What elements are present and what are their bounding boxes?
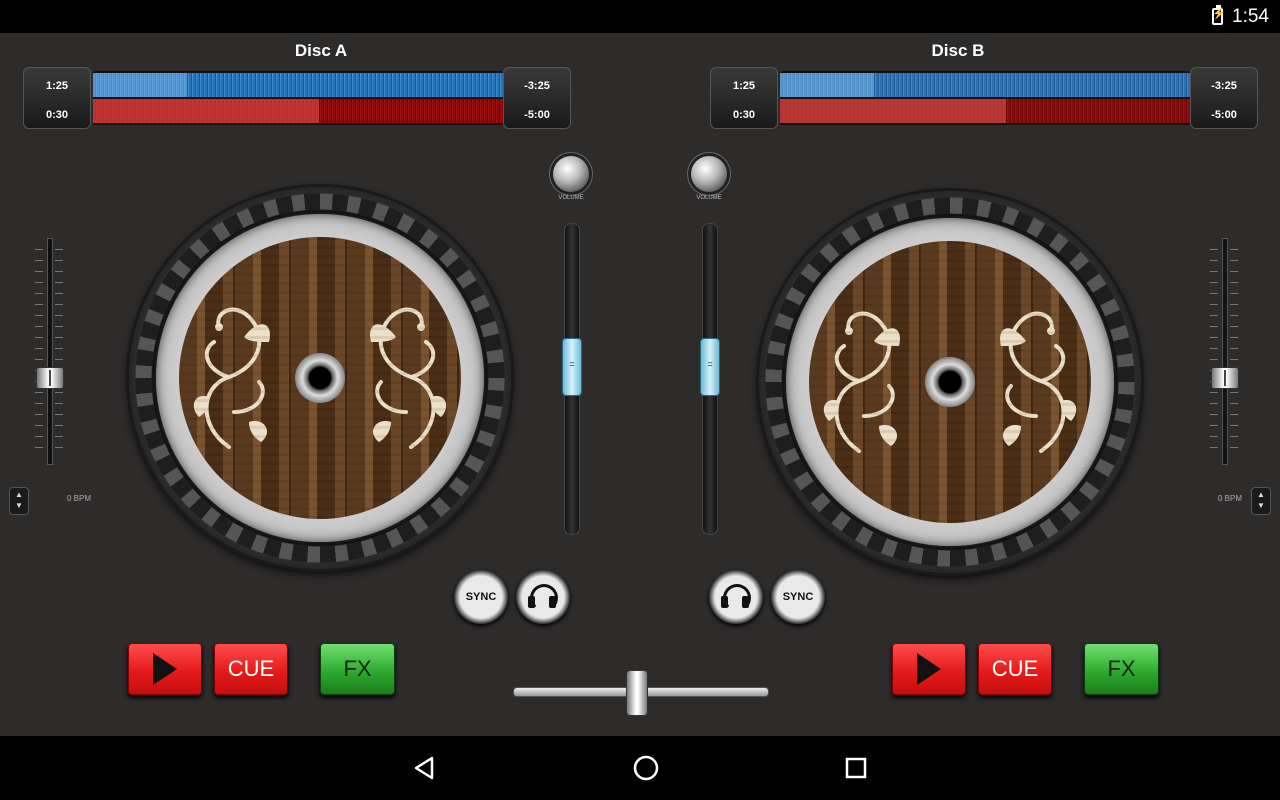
deck-a-volume-knob[interactable] [553,156,589,192]
deck-b-turntable[interactable] [759,191,1141,573]
deck-b-bpm-stepper[interactable]: ▲ ▼ [1251,487,1271,515]
deck-b-cue-button[interactable]: CUE [978,643,1052,695]
deck-a-channel-fader-handle[interactable] [562,338,582,397]
deck-a-elapsed-top: 1:25 [45,80,69,92]
status-bar: 1:54 [0,0,1280,33]
deck-b-elapsed-bottom: 0:30 [732,109,756,121]
chevron-down-icon[interactable]: ▼ [1252,502,1270,510]
crossfader[interactable] [513,670,769,716]
deck-a-remaining-box: -3:25 -5:00 [503,67,571,129]
floral-ornament-icon [823,311,900,453]
deck-a-cue-button[interactable]: CUE [214,643,288,695]
home-circle-icon[interactable] [632,754,660,782]
deck-b-headphone-button[interactable] [709,570,763,624]
deck-a-remaining-bottom: -5:00 [524,109,550,121]
deck-a-bpm: 0 BPM [67,494,92,503]
deck-b-play-button[interactable] [892,643,966,695]
deck-a-fx-button[interactable]: FX [320,643,395,695]
deck-b-platter[interactable] [809,241,1091,523]
chevron-up-icon[interactable]: ▲ [10,491,28,499]
deck-b-bpm: 0 BPM [1218,494,1243,503]
deck-a-volume-label: VOLUME [558,195,584,201]
headphones-icon [721,584,751,612]
deck-b-title: Disc B [931,41,985,60]
play-icon [917,653,941,685]
deck-a-pitch-slider[interactable] [35,238,64,465]
deck-b-waveform-panel: 1:25 0:30 -3:25 -5:00 [710,67,1258,129]
deck-a-waveform-bottom [93,99,503,123]
deck-a-bpm-stepper[interactable]: ▲ ▼ [9,487,29,515]
deck-a-headphone-button[interactable] [516,570,570,624]
deck-b-channel-fader[interactable] [700,223,720,535]
deck-b-elapsed-top: 1:25 [732,80,756,92]
deck-a-pitch-handle[interactable] [36,367,64,390]
deck-b-waveform-bottom-progress [780,99,1006,123]
deck-a-elapsed-box: 1:25 0:30 [23,67,91,129]
deck-b-waveform[interactable] [780,71,1190,125]
deck-b-volume-knob[interactable] [691,156,727,192]
deck-b-elapsed-box: 1:25 0:30 [710,67,778,129]
deck-a-waveform-panel: 1:25 0:30 -3:25 -5:00 [23,67,571,129]
recents-square-icon[interactable] [842,754,870,782]
deck-a-spindle [295,353,345,403]
deck-b-pitch-ticks [1210,243,1238,458]
deck-a-pitch-ticks [35,243,63,458]
deck-b-remaining-bottom: -5:00 [1211,109,1237,121]
headphones-icon [528,584,558,612]
deck-a-platter[interactable] [179,237,461,519]
deck-b-pitch-handle[interactable] [1211,367,1239,390]
deck-a-channel-fader[interactable] [562,223,582,535]
chevron-down-icon[interactable]: ▼ [10,502,28,510]
deck-a-waveform-bottom-progress [93,99,319,123]
deck-b-waveform-bottom [780,99,1190,123]
play-icon [153,653,177,685]
deck-b-volume-label: VOLUME [696,195,722,201]
deck-b-waveform-top [780,73,1190,97]
crossfader-handle[interactable] [626,670,649,716]
deck-b-channel-fader-handle[interactable] [700,338,720,397]
deck-a-play-button[interactable] [128,643,202,695]
deck-b-remaining-box: -3:25 -5:00 [1190,67,1258,129]
deck-a-waveform-top-progress [93,73,188,97]
floral-ornament-icon [1000,311,1077,453]
back-triangle-icon[interactable] [411,754,439,782]
dj-app: Disc A 1:25 0:30 -3:25 -5:00 Disc B 1:25… [0,33,1280,736]
deck-b-pitch-slider[interactable] [1210,238,1239,465]
deck-a-waveform-top [93,73,503,97]
deck-b-waveform-top-progress [780,73,875,97]
deck-a-title: Disc A [294,41,348,60]
deck-b-sync-button[interactable]: SYNC [771,570,825,624]
deck-a-turntable[interactable] [129,187,511,569]
deck-b-fx-button[interactable]: FX [1084,643,1159,695]
deck-a-remaining-top: -3:25 [524,80,550,92]
deck-b-spindle [925,357,975,407]
floral-ornament-icon [370,307,447,449]
battery-charging-icon [1212,5,1226,25]
deck-a-sync-button[interactable]: SYNC [454,570,508,624]
status-clock: 1:54 [1232,6,1269,27]
navigation-bar [0,736,1280,800]
deck-b-remaining-top: -3:25 [1211,80,1237,92]
floral-ornament-icon [193,307,270,449]
deck-a-elapsed-bottom: 0:30 [45,109,69,121]
chevron-up-icon[interactable]: ▲ [1252,491,1270,499]
deck-a-waveform[interactable] [93,71,503,125]
